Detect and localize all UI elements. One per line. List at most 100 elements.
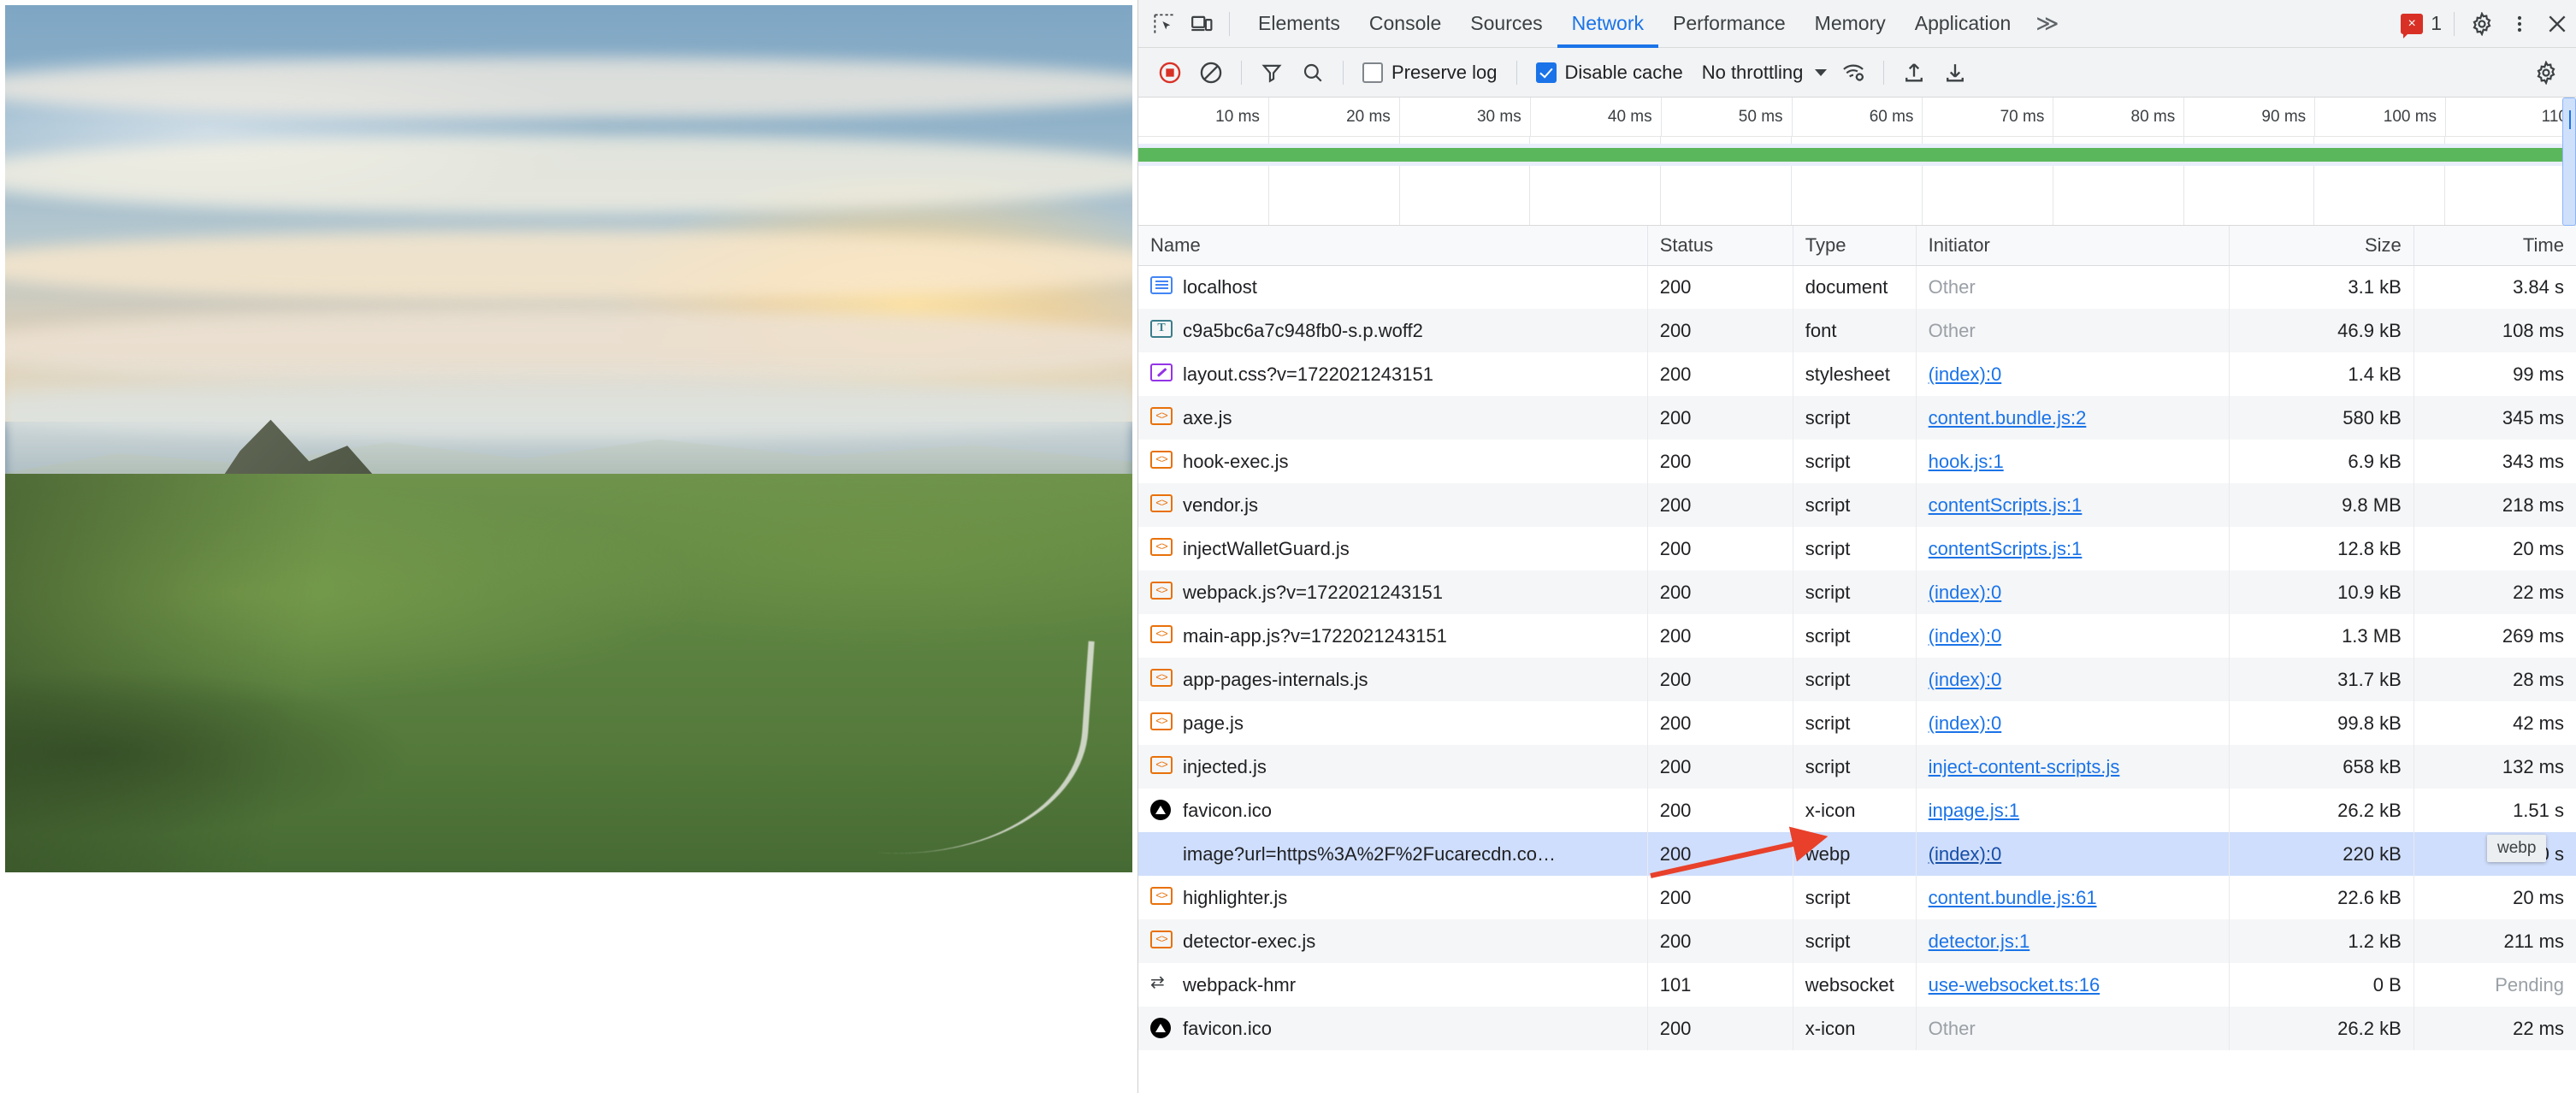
table-row[interactable]: <>main-app.js?v=1722021243151200script(i…	[1138, 614, 2576, 658]
cell-initiator[interactable]: contentScripts.js:1	[1916, 527, 2229, 570]
table-row[interactable]: <>webpack.js?v=1722021243151200script(in…	[1138, 570, 2576, 614]
table-row[interactable]: favicon.ico200x-iconinpage.js:126.2 kB1.…	[1138, 789, 2576, 832]
initiator-link[interactable]: (index):0	[1929, 843, 2002, 865]
preserve-log-checkbox[interactable]: Preserve log	[1354, 62, 1506, 84]
tab-console[interactable]: Console	[1355, 0, 1456, 48]
table-row[interactable]: <>detector-exec.js200scriptdetector.js:1…	[1138, 919, 2576, 963]
column-header-status[interactable]: Status	[1647, 226, 1793, 265]
network-settings-gear-icon[interactable]	[2526, 53, 2566, 92]
table-row[interactable]: <>highlighter.js200scriptcontent.bundle.…	[1138, 876, 2576, 919]
cell-initiator[interactable]: content.bundle.js:61	[1916, 876, 2229, 919]
cell-name[interactable]: <>page.js	[1138, 701, 1647, 745]
filter-icon[interactable]	[1252, 53, 1291, 92]
column-header-size[interactable]: Size	[2229, 226, 2414, 265]
cell-name[interactable]: image?url=https%3A%2F%2Fucarecdn.co…	[1138, 832, 1647, 876]
cell-initiator[interactable]: inpage.js:1	[1916, 789, 2229, 832]
table-row[interactable]: <>page.js200script(index):099.8 kB42 ms	[1138, 701, 2576, 745]
column-header-type[interactable]: Type	[1793, 226, 1916, 265]
column-header-name[interactable]: Name	[1138, 226, 1647, 265]
close-icon[interactable]	[2538, 5, 2576, 43]
more-tabs-icon[interactable]: ≫	[2025, 0, 2069, 48]
cell-initiator[interactable]: inject-content-scripts.js	[1916, 745, 2229, 789]
cell-name[interactable]: layout.css?v=1722021243151	[1138, 352, 1647, 396]
cell-initiator[interactable]: (index):0	[1916, 570, 2229, 614]
device-toolbar-icon[interactable]	[1183, 5, 1220, 43]
table-row[interactable]: <>axe.js200scriptcontent.bundle.js:2580 …	[1138, 396, 2576, 440]
record-stop-icon[interactable]	[1150, 53, 1190, 92]
table-row[interactable]: <>injected.js200scriptinject-content-scr…	[1138, 745, 2576, 789]
initiator-link[interactable]: (index):0	[1929, 363, 2002, 385]
table-row[interactable]: Tc9a5bc6a7c948fb0-s.p.woff2200fontOther4…	[1138, 309, 2576, 352]
clear-icon[interactable]	[1191, 53, 1231, 92]
search-icon[interactable]	[1293, 53, 1332, 92]
cell-initiator[interactable]: hook.js:1	[1916, 440, 2229, 483]
tab-performance[interactable]: Performance	[1658, 0, 1800, 48]
initiator-link[interactable]: content.bundle.js:2	[1929, 407, 2087, 428]
tab-application[interactable]: Application	[1900, 0, 2026, 48]
table-row[interactable]: favicon.ico200x-iconOther26.2 kB22 ms	[1138, 1007, 2576, 1050]
tab-elements[interactable]: Elements	[1244, 0, 1355, 48]
cell-initiator[interactable]: (index):0	[1916, 701, 2229, 745]
cell-initiator[interactable]: content.bundle.js:2	[1916, 396, 2229, 440]
initiator-link[interactable]: contentScripts.js:1	[1929, 494, 2083, 516]
initiator-link[interactable]: detector.js:1	[1929, 931, 2030, 952]
initiator-link[interactable]: (index):0	[1929, 669, 2002, 690]
cell-name[interactable]: ⇄webpack-hmr	[1138, 963, 1647, 1007]
table-row[interactable]: localhost200documentOther3.1 kB3.84 s	[1138, 265, 2576, 309]
cell-initiator[interactable]: (index):0	[1916, 352, 2229, 396]
column-header-initiator[interactable]: Initiator	[1916, 226, 2229, 265]
network-overview[interactable]	[1138, 137, 2576, 226]
cell-initiator[interactable]: use-websocket.ts:16	[1916, 963, 2229, 1007]
overview-selection-handle-right[interactable]	[2562, 97, 2576, 226]
export-har-icon[interactable]	[1935, 53, 1975, 92]
wifi-settings-icon[interactable]	[1834, 53, 1873, 92]
cell-name[interactable]: <>app-pages-internals.js	[1138, 658, 1647, 701]
cell-initiator[interactable]: (index):0	[1916, 614, 2229, 658]
cell-name[interactable]: <>detector-exec.js	[1138, 919, 1647, 963]
throttling-dropdown[interactable]: No throttling	[1693, 62, 1833, 84]
gear-icon[interactable]	[2463, 5, 2501, 43]
initiator-link[interactable]: contentScripts.js:1	[1929, 538, 2083, 559]
initiator-link[interactable]: use-websocket.ts:16	[1929, 974, 2100, 996]
cell-name[interactable]: <>vendor.js	[1138, 483, 1647, 527]
more-options-icon[interactable]	[2501, 5, 2538, 43]
table-row[interactable]: layout.css?v=1722021243151200stylesheet(…	[1138, 352, 2576, 396]
error-badge[interactable]: × 1	[2401, 12, 2445, 35]
initiator-link[interactable]: hook.js:1	[1929, 451, 2004, 472]
table-row[interactable]: <>app-pages-internals.js200script(index)…	[1138, 658, 2576, 701]
timeline-ruler[interactable]: 10 ms20 ms30 ms40 ms50 ms60 ms70 ms80 ms…	[1138, 97, 2576, 137]
initiator-link[interactable]: (index):0	[1929, 712, 2002, 734]
initiator-link[interactable]: (index):0	[1929, 582, 2002, 603]
cell-initiator[interactable]: contentScripts.js:1	[1916, 483, 2229, 527]
cell-name[interactable]: <>injected.js	[1138, 745, 1647, 789]
cell-name[interactable]: Tc9a5bc6a7c948fb0-s.p.woff2	[1138, 309, 1647, 352]
cell-name[interactable]: <>webpack.js?v=1722021243151	[1138, 570, 1647, 614]
network-request-table[interactable]: Name Status Type Initiator Size Time loc…	[1138, 226, 2576, 1093]
cell-name[interactable]: <>highlighter.js	[1138, 876, 1647, 919]
cell-name[interactable]: favicon.ico	[1138, 1007, 1647, 1050]
table-row[interactable]: <>injectWalletGuard.js200scriptcontentSc…	[1138, 527, 2576, 570]
table-row[interactable]: ⇄webpack-hmr101websocketuse-websocket.ts…	[1138, 963, 2576, 1007]
cell-name[interactable]: <>hook-exec.js	[1138, 440, 1647, 483]
cell-name[interactable]: <>main-app.js?v=1722021243151	[1138, 614, 1647, 658]
cell-initiator[interactable]: (index):0	[1916, 832, 2229, 876]
tab-sources[interactable]: Sources	[1456, 0, 1557, 48]
inspect-element-icon[interactable]	[1145, 5, 1183, 43]
table-row[interactable]: <>hook-exec.js200scripthook.js:16.9 kB34…	[1138, 440, 2576, 483]
cell-initiator[interactable]: (index):0	[1916, 658, 2229, 701]
cell-name[interactable]: localhost	[1138, 265, 1647, 309]
initiator-link[interactable]: content.bundle.js:61	[1929, 887, 2097, 908]
import-har-icon[interactable]	[1894, 53, 1934, 92]
initiator-link[interactable]: inject-content-scripts.js	[1929, 756, 2120, 777]
initiator-link[interactable]: inpage.js:1	[1929, 800, 2019, 821]
table-row[interactable]: <>vendor.js200scriptcontentScripts.js:19…	[1138, 483, 2576, 527]
table-row[interactable]: image?url=https%3A%2F%2Fucarecdn.co…200w…	[1138, 832, 2576, 876]
cell-name[interactable]: favicon.ico	[1138, 789, 1647, 832]
cell-name[interactable]: <>axe.js	[1138, 396, 1647, 440]
disable-cache-checkbox[interactable]: Disable cache	[1527, 62, 1692, 84]
cell-name[interactable]: <>injectWalletGuard.js	[1138, 527, 1647, 570]
initiator-link[interactable]: (index):0	[1929, 625, 2002, 647]
cell-initiator[interactable]: detector.js:1	[1916, 919, 2229, 963]
tab-memory[interactable]: Memory	[1800, 0, 1900, 48]
tab-network[interactable]: Network	[1557, 0, 1658, 48]
